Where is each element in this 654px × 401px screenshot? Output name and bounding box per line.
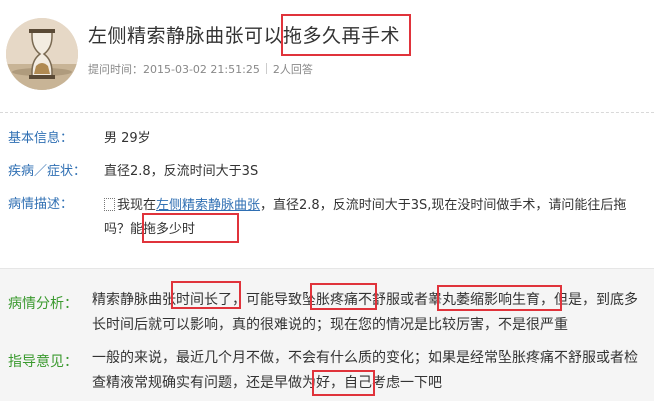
info-row-description: 病情描述： 我现在左侧精索静脉曲张，直径2.8，反流时间大于3S,现在没时间做手… bbox=[0, 194, 654, 244]
description-label: 病情描述： bbox=[8, 197, 74, 212]
description-value: 我现在左侧精索静脉曲张，直径2.8，反流时间大于3S,现在没时间做手术，请问能往… bbox=[104, 194, 644, 242]
question-header: 左侧精索静脉曲张可以拖多久再手术 提问时间：2015-03-02 21:51:2… bbox=[0, 0, 654, 100]
divider bbox=[0, 112, 654, 113]
info-row-disease: 疾病／症状： 直径2.8，反流时间大于3S bbox=[0, 161, 654, 183]
question-meta: 提问时间：2015-03-02 21:51:25 2人回答 bbox=[88, 61, 313, 77]
description-pre: 我现在 bbox=[117, 198, 157, 213]
advice-label: 指导意见： bbox=[8, 354, 78, 370]
ask-time-label: 提问时间： bbox=[88, 63, 143, 76]
advice-text: 一般的来说，最近几个月不做，不会有什么质的变化；如果是经常坠胀疼痛不舒服或者检查… bbox=[92, 350, 638, 391]
question-icon bbox=[104, 198, 115, 211]
disease-link[interactable]: 左侧精索静脉曲张 bbox=[156, 198, 260, 213]
disease-value: 直径2.8，反流时间大于3S bbox=[104, 164, 259, 179]
basic-info-value: 男 29岁 bbox=[104, 131, 151, 146]
disease-label: 疾病／症状： bbox=[8, 164, 87, 179]
analysis-label: 病情分析： bbox=[8, 296, 78, 312]
ask-time: 2015-03-02 21:51:25 bbox=[143, 63, 260, 76]
question-title: 左侧精索静脉曲张可以拖多久再手术 bbox=[88, 25, 401, 47]
answer-count[interactable]: 2人回答 bbox=[273, 63, 313, 76]
answer-panel: 病情分析： 精索静脉曲张时间长了，可能导致坠胀疼痛不舒服或者睾丸萎缩影响生育，但… bbox=[0, 268, 654, 401]
hourglass-icon bbox=[6, 18, 78, 90]
avatar[interactable] bbox=[6, 18, 78, 90]
info-row-basic: 基本信息： 男 29岁 bbox=[0, 128, 654, 150]
meta-divider bbox=[265, 63, 267, 74]
basic-info-label: 基本信息： bbox=[8, 131, 74, 146]
analysis-text: 精索静脉曲张时间长了，可能导致坠胀疼痛不舒服或者睾丸萎缩影响生育，但是，到底多长… bbox=[92, 292, 638, 333]
